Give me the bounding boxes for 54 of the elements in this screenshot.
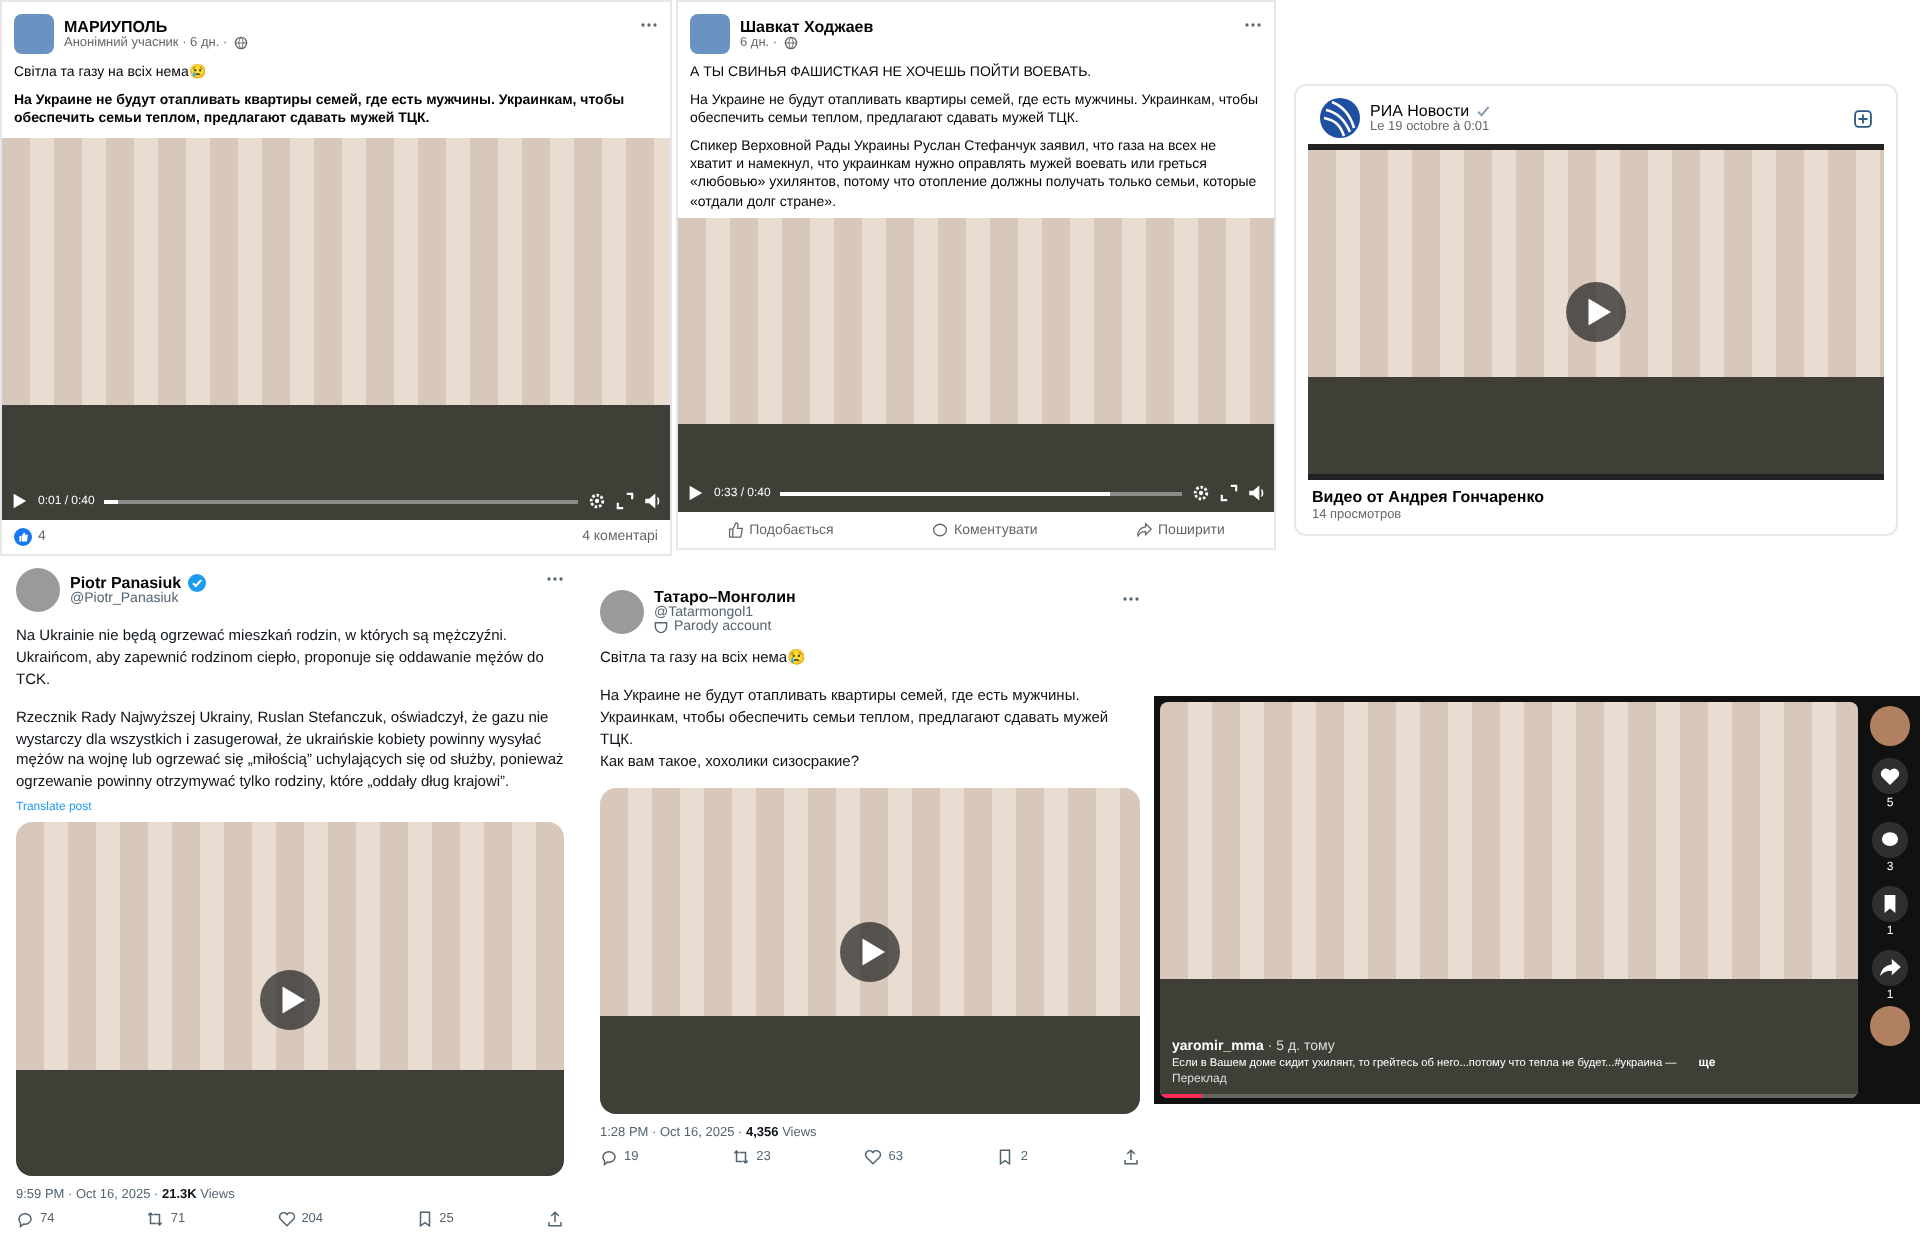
author-name[interactable]: Татаро–Монголин (654, 588, 796, 606)
globe-icon (233, 36, 248, 50)
globe-logo-icon[interactable] (1320, 98, 1360, 138)
repost-icon[interactable] (146, 1210, 165, 1228)
fullscreen-icon[interactable] (616, 492, 634, 510)
settings-icon[interactable] (588, 492, 606, 510)
author-name[interactable]: МАРИУПОЛЬ (64, 18, 630, 36)
play-icon[interactable] (686, 484, 704, 502)
fullscreen-icon[interactable] (1220, 484, 1238, 502)
more-options-icon[interactable] (640, 22, 658, 28)
profile-avatar[interactable] (600, 589, 644, 633)
bookmark-icon[interactable] (415, 1210, 434, 1228)
play-icon[interactable] (10, 492, 28, 510)
play-icon[interactable] (260, 969, 320, 1030)
profile-avatar[interactable] (1870, 706, 1910, 746)
play-icon[interactable] (1566, 282, 1626, 342)
video-frame[interactable] (1308, 150, 1884, 474)
comment-icon (932, 522, 948, 538)
share-icon[interactable] (546, 1210, 564, 1228)
share-icon (1136, 522, 1153, 538)
mask-icon (654, 620, 668, 634)
add-icon[interactable] (1854, 109, 1872, 127)
author-name[interactable]: РИА Новости (1370, 102, 1470, 120)
comment-icon[interactable] (1872, 822, 1908, 858)
share-icon[interactable] (1121, 1148, 1140, 1166)
heart-icon[interactable] (277, 1210, 296, 1228)
heart-icon[interactable] (864, 1148, 883, 1166)
music-avatar[interactable] (1870, 1006, 1910, 1046)
video-frame[interactable] (16, 822, 564, 1176)
video-title[interactable]: Видео от Андрея Гончаренко (1308, 480, 1884, 508)
volume-icon[interactable] (644, 492, 662, 510)
author-name[interactable]: Piotr Panasiuk (70, 574, 182, 592)
play-icon[interactable] (840, 921, 900, 982)
profile-avatar[interactable] (16, 568, 60, 612)
more-options-icon[interactable] (546, 576, 564, 582)
globe-icon (783, 36, 798, 50)
group-avatar[interactable] (690, 14, 730, 54)
thumbs-up-icon (727, 522, 744, 538)
settings-icon[interactable] (1192, 484, 1210, 502)
video-frame[interactable] (600, 788, 1140, 1114)
bookmark-icon[interactable] (996, 1148, 1015, 1166)
author-name[interactable]: Шавкат Ходжаев (740, 18, 1234, 36)
reply-icon[interactable] (600, 1148, 618, 1166)
like-icon (14, 528, 32, 546)
more-options-icon[interactable] (1244, 22, 1262, 28)
more-options-icon[interactable] (1122, 596, 1140, 602)
reply-icon[interactable] (16, 1210, 34, 1228)
repost-icon[interactable] (732, 1148, 751, 1166)
share-icon[interactable] (1872, 950, 1908, 986)
volume-icon[interactable] (1248, 484, 1266, 502)
group-avatar[interactable] (14, 14, 54, 54)
video-frame[interactable] (2, 138, 670, 520)
bookmark-icon[interactable] (1872, 886, 1908, 922)
video-frame[interactable] (678, 217, 1274, 512)
